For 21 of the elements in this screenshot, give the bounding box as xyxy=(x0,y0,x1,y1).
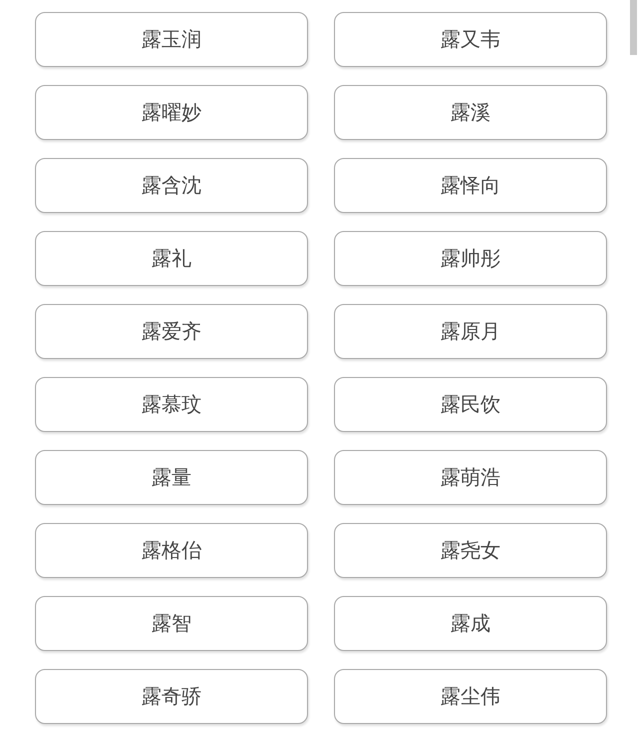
name-button[interactable]: 露曜妙 xyxy=(35,85,308,140)
name-button[interactable]: 露民饮 xyxy=(334,377,607,432)
name-button[interactable]: 露又韦 xyxy=(334,12,607,67)
name-button[interactable]: 露萌浩 xyxy=(334,450,607,505)
name-button[interactable]: 露格佁 xyxy=(35,523,308,578)
name-button[interactable]: 露帅彤 xyxy=(334,231,607,286)
name-button[interactable]: 露智 xyxy=(35,596,308,651)
name-button[interactable]: 露量 xyxy=(35,450,308,505)
name-button[interactable]: 露爱齐 xyxy=(35,304,308,359)
name-button[interactable]: 露玉润 xyxy=(35,12,308,67)
name-button[interactable]: 露怿向 xyxy=(334,158,607,213)
name-button[interactable]: 露礼 xyxy=(35,231,308,286)
name-button[interactable]: 露奇骄 xyxy=(35,669,308,724)
name-button[interactable]: 露尘伟 xyxy=(334,669,607,724)
scrollbar[interactable] xyxy=(630,0,637,55)
name-button[interactable]: 露溪 xyxy=(334,85,607,140)
name-button[interactable]: 露原月 xyxy=(334,304,607,359)
name-button[interactable]: 露尧女 xyxy=(334,523,607,578)
name-button[interactable]: 露成 xyxy=(334,596,607,651)
name-button[interactable]: 露慕玟 xyxy=(35,377,308,432)
name-button[interactable]: 露含沈 xyxy=(35,158,308,213)
